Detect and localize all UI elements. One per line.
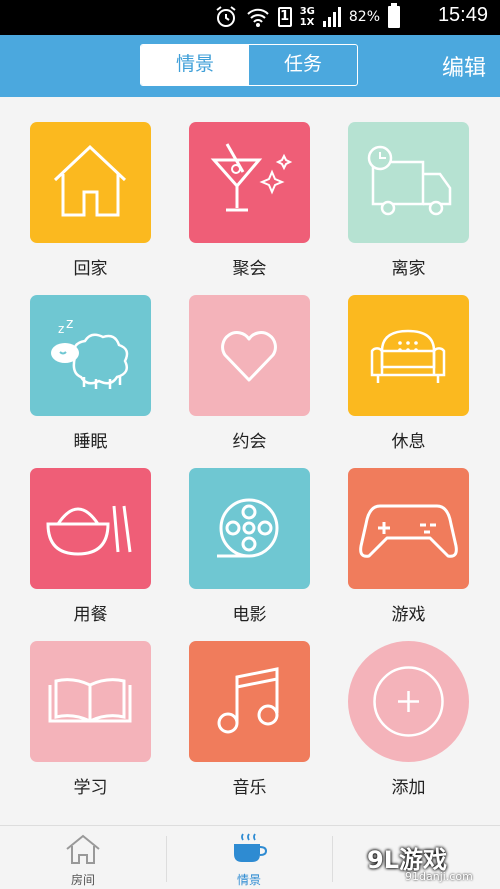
gamepad-icon — [359, 504, 458, 558]
scene-tile-dining[interactable] — [30, 468, 151, 589]
add-scene-button[interactable] — [348, 641, 469, 762]
scene-label: 聚会 — [232, 259, 267, 279]
battery-percent: 82% — [348, 9, 380, 25]
scene-label: 学习 — [73, 778, 108, 798]
scene-tile-music[interactable] — [189, 641, 310, 762]
heart-icon — [221, 331, 277, 382]
scene-label: 电影 — [232, 605, 267, 625]
status-time: 15:49 — [437, 4, 488, 26]
scene-label: 休息 — [391, 432, 426, 452]
status-bar: 1 3G 1X 82% 15:49 — [0, 0, 500, 35]
scene-tile-home[interactable] — [30, 122, 151, 243]
network-type: 3G 1X — [300, 6, 315, 28]
scene-tile-movie[interactable] — [189, 468, 310, 589]
bowl-chopsticks-icon — [46, 505, 132, 556]
nav-item-label: 房间 — [70, 873, 95, 887]
nav-item-label: 情景 — [236, 873, 261, 887]
nav-item-rooms[interactable]: 房间 — [0, 826, 166, 889]
scene-label: 音乐 — [232, 778, 267, 798]
house-icon — [53, 144, 127, 217]
sleeping-sheep-icon: z z — [51, 316, 129, 389]
battery-icon — [388, 3, 400, 28]
scene-label: 睡眠 — [73, 432, 108, 452]
scene-label: 添加 — [391, 778, 426, 798]
svg-text:z: z — [58, 322, 64, 336]
app-header: 情景 任务 编辑 — [0, 35, 500, 97]
scene-tile-game[interactable] — [348, 468, 469, 589]
svg-text:z: z — [66, 316, 73, 332]
cocktail-icon — [210, 143, 293, 212]
tab-scenes[interactable]: 情景 — [141, 45, 249, 85]
tab-tasks[interactable]: 任务 — [249, 45, 357, 85]
watermark: 9L游戏 91danji.com — [325, 840, 500, 888]
segmented-control: 情景 任务 — [140, 44, 358, 86]
scene-tile-date[interactable] — [189, 295, 310, 416]
scene-tile-sleep[interactable]: z z — [30, 295, 151, 416]
scene-label: 回家 — [73, 259, 108, 279]
music-note-icon — [217, 667, 279, 734]
truck-clock-icon — [367, 145, 452, 216]
plus-icon — [373, 666, 444, 737]
wifi-icon — [246, 8, 269, 27]
watermark-url: 91danji.com — [405, 870, 473, 883]
scene-label: 约会 — [232, 432, 267, 452]
signal-icon — [322, 7, 341, 27]
alarm-icon — [216, 6, 236, 27]
nav-item-scenes[interactable]: 情景 — [166, 826, 332, 889]
scene-tile-rest[interactable] — [348, 295, 469, 416]
film-reel-icon — [217, 498, 279, 558]
status-icons: 1 3G 1X 82% — [214, 3, 400, 29]
sofa-icon — [370, 329, 446, 383]
scene-label: 游戏 — [391, 605, 426, 625]
edit-button[interactable]: 编辑 — [442, 50, 486, 82]
network-type-bottom: 1X — [299, 17, 315, 28]
scene-tile-party[interactable] — [189, 122, 310, 243]
scene-tile-leave-home[interactable] — [348, 122, 469, 243]
scene-label: 用餐 — [73, 605, 108, 625]
scene-tile-study[interactable] — [30, 641, 151, 762]
open-book-icon — [48, 678, 132, 723]
network-type-top: 3G — [299, 6, 315, 17]
coffee-cup-icon — [234, 833, 268, 862]
sim-slot-icon: 1 — [277, 7, 292, 27]
scene-label: 离家 — [391, 259, 426, 279]
house-outline-icon — [66, 834, 100, 864]
